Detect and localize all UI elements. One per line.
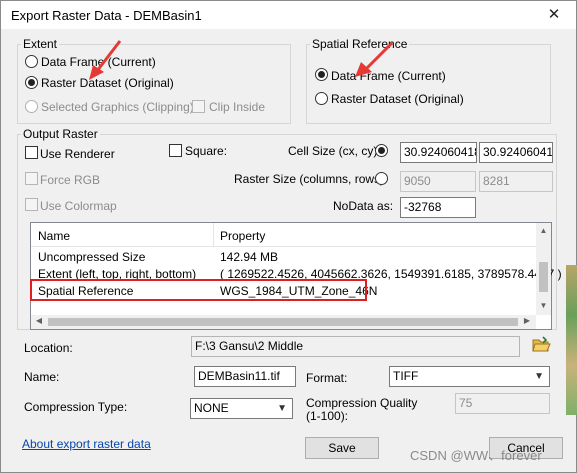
name-input[interactable]: DEMBasin11.tif [194,366,296,387]
scroll-up-icon[interactable]: ▲ [536,226,551,235]
compression-type-label: Compression Type: [24,400,128,414]
highlight-box [30,279,367,301]
format-select[interactable]: TIFF ▼ [389,366,550,387]
extent-selected-graphics-label[interactable]: Selected Graphics (Clipping) [41,100,194,114]
scroll-thumb[interactable] [539,262,548,292]
scroll-right-icon[interactable]: ▶ [521,316,533,325]
cell-size-label: Cell Size (cx, cy): [288,144,381,158]
nodata-label: NoData as: [333,199,394,213]
annotation-arrow-spatial-ref [355,41,394,77]
clip-inside-label[interactable]: Clip Inside [209,100,265,114]
format-label: Format: [306,371,348,385]
scroll-down-icon[interactable]: ▼ [536,301,551,310]
columns-input[interactable]: 9050 [400,171,476,192]
location-label: Location: [24,341,73,355]
use-renderer-label[interactable]: Use Renderer [40,147,115,161]
title-bar: Export Raster Data - DEMBasin1 ✕ [1,1,576,29]
compression-type-value: NONE [194,401,229,415]
raster-size-radio[interactable] [375,172,388,185]
nodata-input[interactable]: -32768 [400,197,476,218]
sr-data-frame-radio[interactable] [315,68,328,81]
scroll-left-icon[interactable]: ◀ [33,316,45,325]
compression-type-select[interactable]: NONE ▼ [190,398,293,419]
sr-raster-dataset-radio[interactable] [315,92,328,105]
about-export-link[interactable]: About export raster data [22,437,151,451]
property-list[interactable]: Name Property Uncompressed Size 142.94 M… [30,222,562,330]
use-colormap-checkbox[interactable] [25,198,38,211]
chevron-down-icon: ▼ [277,403,287,414]
column-header-property[interactable]: Property [220,229,265,243]
property-list-header [31,223,536,247]
raster-size-label: Raster Size (columns, rows): [234,172,388,186]
map-background-strip [566,265,577,415]
sr-raster-dataset-label[interactable]: Raster Dataset (Original) [331,92,464,106]
name-label: Name: [24,370,60,384]
compression-quality-label-1: Compression Quality [306,396,418,410]
horizontal-scroll-thumb[interactable] [48,318,518,326]
extent-selected-graphics-radio[interactable] [25,100,38,113]
row-value: 142.94 MB [220,250,279,264]
clip-inside-checkbox[interactable] [192,100,205,113]
compression-quality-input[interactable]: 75 [455,393,550,414]
force-rgb-label[interactable]: Force RGB [40,173,100,187]
extent-raster-dataset-radio[interactable] [25,76,38,89]
folder-open-icon[interactable] [531,335,551,355]
force-rgb-checkbox[interactable] [25,172,38,185]
use-colormap-label[interactable]: Use Colormap [40,199,117,213]
extent-legend: Extent [21,37,60,51]
rows-input[interactable]: 8281 [479,171,553,192]
output-raster-legend: Output Raster [21,127,100,141]
annotation-arrow-extent [89,40,122,80]
save-button[interactable]: Save [305,437,379,459]
column-divider [213,223,214,247]
format-select-value: TIFF [393,369,419,383]
cell-size-cy-input[interactable]: 30.924060418 [479,142,553,163]
chevron-down-icon: ▼ [534,371,544,382]
compression-quality-label-2: (1-100): [306,409,349,423]
square-label[interactable]: Square: [185,144,227,158]
window-title: Export Raster Data - DEMBasin1 [11,8,202,23]
close-icon[interactable]: ✕ [541,4,567,26]
square-checkbox[interactable] [169,144,182,157]
column-header-name[interactable]: Name [38,229,70,243]
spatial-reference-group [306,44,551,124]
row-name: Uncompressed Size [38,250,146,264]
watermark: CSDN @WW、forever [410,448,542,463]
cell-size-radio[interactable] [375,144,388,157]
location-input[interactable]: F:\3 Gansu\2 Middle [191,336,520,357]
use-renderer-checkbox[interactable] [25,146,38,159]
extent-data-frame-radio[interactable] [25,55,38,68]
cell-size-cx-input[interactable]: 30.924060418 [400,142,477,163]
